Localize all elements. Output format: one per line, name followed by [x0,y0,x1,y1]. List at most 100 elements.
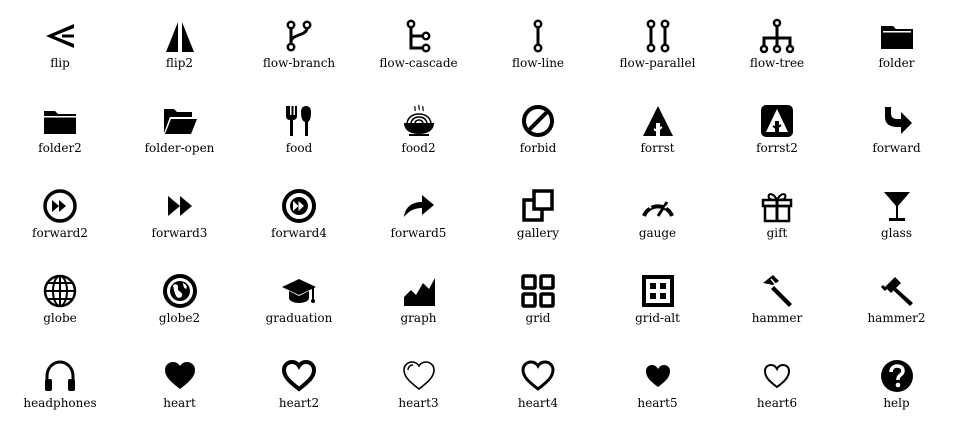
icon-tile-folder-open: folder-open [120,87,240,167]
icon-label: heart6 [756,396,798,410]
icon-tile-grid: grid [478,257,598,337]
icon-tile-forward: forward [837,87,957,167]
icon-tile-food2: food2 [359,87,479,167]
heart5-icon [645,365,670,387]
icon-label: glass [881,226,912,240]
folder-open-icon [163,109,197,134]
food-icon [286,106,311,136]
heart6-icon [763,363,791,389]
icon-label: grid-alt [635,311,680,325]
icon-tile-forward4: forward4 [239,172,359,252]
icon-tile-flow-branch: flow-branch [239,2,359,82]
heart2-icon [281,359,317,392]
icon-tile-headphones: headphones [0,342,120,422]
icon-label: flip [50,56,70,70]
icon-label: grid [525,311,551,325]
heart4-icon [521,360,555,391]
icon-label: folder [878,56,915,70]
forward3-icon [167,196,192,216]
icon-tile-forbid: forbid [478,87,598,167]
forward-icon [884,107,912,134]
icon-tile-gallery: gallery [478,172,598,252]
icon-tile-graduation: graduation [239,257,359,337]
icon-tile-flip: flip [0,2,120,82]
icon-label: flow-line [511,56,565,70]
icon-tile-forward2: forward2 [0,172,120,252]
hammer2-icon [880,277,913,306]
icon-label: graduation [265,311,333,325]
icon-tile-forrst: forrst [598,87,718,167]
icon-tile-flip2: flip2 [120,2,240,82]
icon-tile-forrst2: forrst2 [717,87,837,167]
glass-icon [883,192,910,221]
icon-label: flip2 [165,56,194,70]
grid-alt-icon [641,275,674,307]
icon-label: flow-parallel [619,56,696,70]
icon-tile-heart5: heart5 [598,342,718,422]
graph-icon [403,278,435,306]
icon-label: hammer [751,311,803,325]
icon-tile-globe: globe [0,257,120,337]
help-icon [880,360,913,392]
folder-icon [880,26,913,49]
icon-tile-flow-tree: flow-tree [717,2,837,82]
forward4-icon [282,189,316,223]
icon-label: globe [43,311,77,325]
flow-parallel-icon [646,19,669,53]
icon-label: gauge [638,226,677,240]
icon-tile-heart3: heart3 [359,342,479,422]
icon-label: gallery [516,226,560,240]
icon-tile-forward3: forward3 [120,172,240,252]
icon-tile-glass: glass [837,172,957,252]
globe-icon [43,274,77,308]
icon-tile-food: food [239,87,359,167]
heart3-icon [402,361,435,391]
flow-tree-icon [759,18,795,54]
icon-label: forward5 [390,226,447,240]
icon-label: food2 [401,141,436,155]
grid-icon [521,274,555,308]
icon-label: folder-open [144,141,215,155]
icon-tile-flow-cascade: flow-cascade [359,2,479,82]
icon-label: heart4 [517,396,559,410]
heart-icon [164,362,195,389]
food2-icon [403,104,434,136]
flow-branch-icon [286,20,312,52]
icon-tile-globe2: globe2 [120,257,240,337]
icon-tile-gauge: gauge [598,172,718,252]
forrst2-icon [761,105,793,137]
icon-label: flow-cascade [379,56,458,70]
forrst-icon [642,106,673,137]
flow-cascade-icon [406,19,430,53]
icon-label: graph [400,311,437,325]
icon-label: heart2 [278,396,320,410]
forward5-icon [403,195,434,217]
icon-tile-folder2: folder2 [0,87,120,167]
icon-tile-grid-alt: grid-alt [598,257,718,337]
icon-label: hammer2 [867,311,926,325]
gallery-icon [522,189,554,222]
icon-tile-flow-parallel: flow-parallel [598,2,718,82]
icon-tile-hammer2: hammer2 [837,257,957,337]
icon-tile-flow-line: flow-line [478,2,598,82]
icon-tile-heart4: heart4 [478,342,598,422]
icon-tile-heart6: heart6 [717,342,837,422]
icon-tile-gift: gift [717,172,837,252]
hammer-icon [763,275,792,307]
icon-tile-graph: graph [359,257,479,337]
flow-line-icon [533,19,543,53]
icon-label: forward4 [271,226,327,240]
forward2-icon [43,189,77,223]
flip2-icon [165,22,194,52]
icon-label: forbid [519,141,557,155]
icon-tile-folder: folder [837,2,957,82]
icon-tile-forward5: forward5 [359,172,479,252]
icon-label: heart5 [637,396,678,410]
graduation-icon [282,279,316,303]
icon-label: folder2 [38,141,82,155]
icon-tile-help: help [837,342,957,422]
icon-label: flow-branch [262,56,336,70]
icon-label: food [285,141,313,155]
icon-label: globe2 [158,311,201,325]
icon-label: forward [872,141,921,155]
